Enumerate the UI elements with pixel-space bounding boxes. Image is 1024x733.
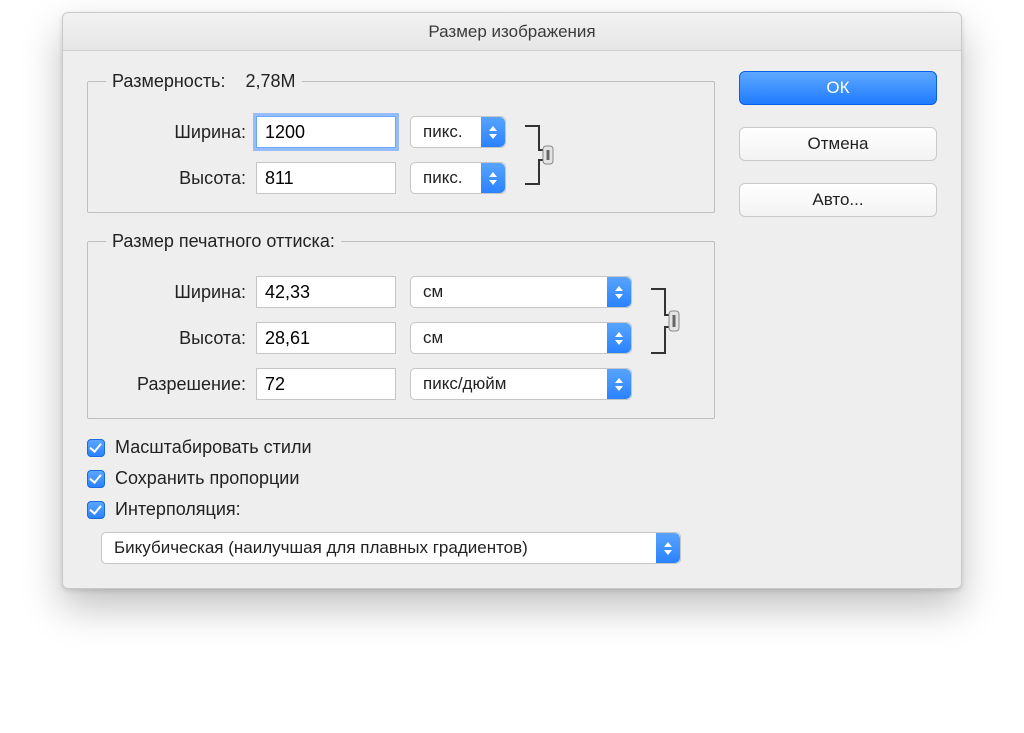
pixel-dimensions-legend: Размерность: 2,78M	[106, 71, 302, 92]
doc-width-row: Ширина: см	[106, 276, 632, 308]
resample-row: Интерполяция:	[87, 499, 715, 520]
pixel-width-unit-value: пикс.	[411, 122, 481, 142]
doc-height-input[interactable]	[256, 322, 396, 354]
pixel-height-unit-value: пикс.	[411, 168, 481, 188]
pixel-width-unit-select[interactable]: пикс.	[410, 116, 506, 148]
doc-width-unit-value: см	[411, 282, 607, 302]
link-doc-dimensions-icon	[640, 276, 696, 366]
resolution-unit-value: пикс/дюйм	[411, 374, 607, 394]
pixel-height-unit-select[interactable]: пикс.	[410, 162, 506, 194]
ok-button[interactable]: ОК	[739, 71, 937, 105]
doc-width-input[interactable]	[256, 276, 396, 308]
pixel-width-row: Ширина: пикс.	[106, 116, 506, 148]
doc-width-label: Ширина:	[106, 282, 256, 303]
doc-width-unit-select[interactable]: см	[410, 276, 632, 308]
doc-height-unit-select[interactable]: см	[410, 322, 632, 354]
main-column: Размерность: 2,78M Ширина: пикс.	[87, 71, 715, 564]
auto-button[interactable]: Авто...	[739, 183, 937, 217]
stepper-icon	[607, 369, 631, 399]
pixel-dim-legend-value: 2,78M	[245, 71, 295, 91]
stepper-icon	[607, 277, 631, 307]
scale-styles-label: Масштабировать стили	[115, 437, 312, 458]
resolution-unit-select[interactable]: пикс/дюйм	[410, 368, 632, 400]
constrain-proportions-checkbox[interactable]	[87, 470, 105, 488]
pixel-width-label: Ширина:	[106, 122, 256, 143]
stepper-icon	[656, 533, 680, 563]
image-size-dialog: Размер изображения Размерность: 2,78M Ши…	[62, 12, 962, 589]
resample-label: Интерполяция:	[115, 499, 241, 520]
pixel-height-row: Высота: пикс.	[106, 162, 506, 194]
resolution-input[interactable]	[256, 368, 396, 400]
link-dimensions-icon	[514, 120, 570, 190]
doc-height-unit-value: см	[411, 328, 607, 348]
pixel-dimensions-group: Размерность: 2,78M Ширина: пикс.	[87, 71, 715, 213]
doc-height-row: Высота: см	[106, 322, 632, 354]
pixel-dim-legend-label: Размерность:	[112, 71, 225, 91]
doc-height-label: Высота:	[106, 328, 256, 349]
stepper-icon	[607, 323, 631, 353]
constrain-proportions-row: Сохранить пропорции	[87, 468, 715, 489]
dialog-body: Размерность: 2,78M Ширина: пикс.	[63, 51, 961, 588]
resample-checkbox[interactable]	[87, 501, 105, 519]
interpolation-value: Бикубическая (наилучшая для плавных град…	[102, 538, 656, 558]
resolution-row: Разрешение: пикс/дюйм	[106, 368, 632, 400]
cancel-button[interactable]: Отмена	[739, 127, 937, 161]
resolution-label: Разрешение:	[106, 374, 256, 395]
interpolation-wrap: Бикубическая (наилучшая для плавных град…	[87, 532, 715, 564]
stepper-icon	[481, 117, 505, 147]
pixel-height-input[interactable]	[256, 162, 396, 194]
scale-styles-row: Масштабировать стили	[87, 437, 715, 458]
document-size-legend: Размер печатного оттиска:	[106, 231, 341, 252]
constrain-proportions-label: Сохранить пропорции	[115, 468, 299, 489]
pixel-width-input[interactable]	[256, 116, 396, 148]
interpolation-select[interactable]: Бикубическая (наилучшая для плавных град…	[101, 532, 681, 564]
stepper-icon	[481, 163, 505, 193]
button-column: ОК Отмена Авто...	[739, 71, 937, 564]
scale-styles-checkbox[interactable]	[87, 439, 105, 457]
window-title: Размер изображения	[63, 13, 961, 51]
document-size-group: Размер печатного оттиска: Ширина: см	[87, 231, 715, 419]
pixel-height-label: Высота:	[106, 168, 256, 189]
